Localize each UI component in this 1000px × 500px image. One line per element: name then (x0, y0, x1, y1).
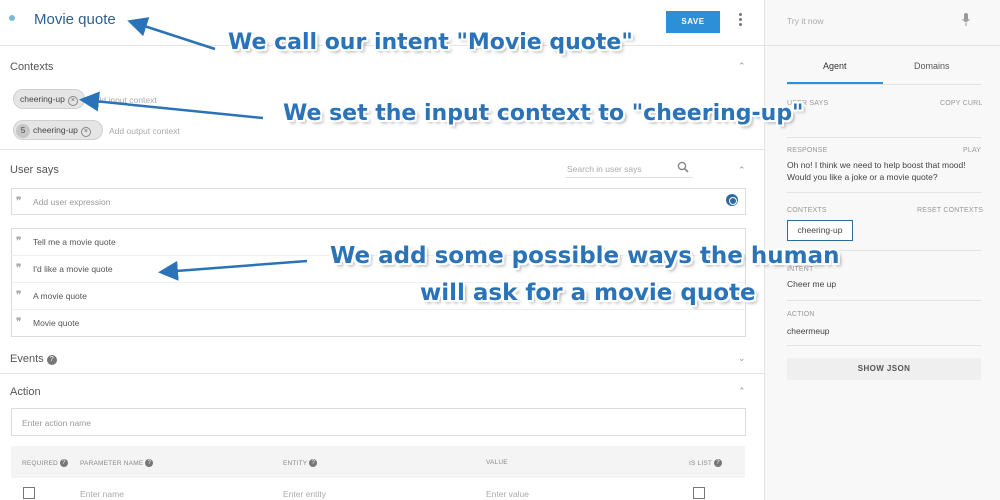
action-label: ACTION (787, 311, 815, 318)
action-name-placeholder: Enter action name (22, 418, 91, 428)
user-expression[interactable]: I'd like a movie quote (33, 264, 113, 274)
column-header-parameter-name: PARAMETER NAME ? (80, 459, 154, 467)
tab-domains[interactable]: Domains (914, 61, 950, 71)
quote-icon: ❞ (16, 236, 22, 247)
help-icon[interactable]: ? (145, 459, 154, 467)
context-lifespan[interactable]: 5 (16, 124, 30, 138)
chevron-up-icon[interactable]: ⌃ (738, 165, 746, 176)
input-context-label: cheering-up (20, 94, 65, 104)
response-text: Oh no! I think we need to help boost tha… (787, 160, 966, 182)
annotation-intent-name: We call our intent "Movie quote" (228, 30, 633, 55)
help-icon[interactable]: ? (59, 459, 68, 467)
status-dot (9, 15, 15, 21)
column-header-required: REQUIRED ? (22, 459, 68, 467)
divider (787, 137, 981, 138)
annotation-user-says-line1: We add some possible ways the human (330, 243, 840, 269)
help-icon[interactable]: ? (46, 355, 57, 365)
column-label: REQUIRED (22, 460, 58, 467)
divider (787, 192, 981, 193)
action-section-title[interactable]: Action (10, 386, 41, 398)
user-expression[interactable]: Movie quote (33, 318, 79, 328)
remove-context-icon[interactable]: × (80, 127, 91, 137)
annotation-user-says-line2: will ask for a movie quote (420, 280, 756, 306)
user-expression[interactable]: Tell me a movie quote (33, 237, 116, 247)
reset-contexts-button[interactable]: RESET CONTEXTS (917, 207, 983, 214)
column-header-value: VALUE (486, 459, 508, 466)
save-button[interactable]: SAVE (666, 11, 720, 33)
output-context-label: cheering-up (33, 125, 78, 135)
response-label: RESPONSE (787, 147, 828, 154)
search-icon[interactable] (677, 161, 689, 173)
divider (787, 345, 981, 346)
try-it-now-input[interactable]: Try it now (787, 16, 824, 26)
column-label: ENTITY (283, 460, 308, 467)
quote-icon: ❞ (16, 196, 22, 207)
add-user-expression-placeholder: Add user expression (33, 197, 111, 207)
column-label: IS LIST (689, 460, 712, 467)
contexts-section-title[interactable]: Contexts (10, 61, 53, 73)
copy-curl-button[interactable]: COPY CURL (940, 100, 983, 107)
is-list-checkbox[interactable] (693, 487, 705, 499)
parameter-name-input[interactable]: Enter name (80, 489, 124, 499)
help-icon[interactable]: ? (309, 459, 318, 467)
contexts-label: CONTEXTS (787, 207, 827, 214)
quote-icon: ❞ (16, 290, 22, 301)
intent-title[interactable]: Movie quote (34, 11, 116, 28)
add-input-context-field[interactable]: Add input context (91, 95, 157, 105)
chevron-up-icon[interactable]: ⌃ (738, 386, 746, 397)
play-button[interactable]: PLAY (963, 147, 981, 154)
entity-input[interactable]: Enter entity (283, 489, 326, 499)
show-json-button[interactable]: SHOW JSON (787, 358, 981, 380)
input-context-chip[interactable]: cheering-up × (13, 89, 85, 109)
column-header-is-list: IS LIST ? (689, 459, 722, 467)
quote-icon: ❞ (16, 317, 22, 328)
events-section-title[interactable]: Events ? (10, 353, 57, 365)
template-mode-icon[interactable] (726, 194, 738, 206)
action-name-input[interactable] (11, 408, 746, 436)
divider (11, 309, 745, 310)
column-header-entity: ENTITY ? (283, 459, 318, 467)
active-context-chip[interactable]: cheering-up (787, 220, 853, 241)
more-options-icon[interactable] (735, 13, 745, 29)
divider (0, 373, 764, 374)
required-checkbox[interactable] (23, 487, 35, 499)
column-label: PARAMETER NAME (80, 460, 144, 467)
help-icon[interactable]: ? (713, 459, 722, 467)
add-user-expression-field[interactable] (11, 188, 746, 215)
search-user-says-placeholder: Search in user says (567, 164, 642, 174)
search-user-says-input[interactable]: Search in user says (565, 160, 693, 178)
microphone-icon[interactable] (962, 13, 970, 26)
add-output-context-field[interactable]: Add output context (109, 126, 180, 136)
output-context-chip[interactable]: 5 cheering-up × (13, 120, 103, 140)
divider (765, 45, 1000, 46)
divider (0, 149, 764, 150)
divider (787, 84, 981, 85)
value-input[interactable]: Enter value (486, 489, 529, 499)
quote-icon: ❞ (16, 263, 22, 274)
user-expression[interactable]: A movie quote (33, 291, 87, 301)
intent-value[interactable]: Cheer me up (787, 278, 836, 290)
events-title-label: Events (10, 353, 44, 365)
user-says-section-title[interactable]: User says (10, 164, 59, 176)
action-value: cheermeup (787, 326, 830, 336)
chevron-up-icon[interactable]: ⌃ (738, 61, 746, 72)
divider (787, 300, 981, 301)
remove-context-icon[interactable]: × (67, 96, 78, 106)
chevron-down-icon[interactable]: ⌄ (738, 353, 746, 364)
annotation-input-context: We set the input context to "cheering-up… (283, 101, 804, 126)
tab-agent[interactable]: Agent (823, 61, 847, 71)
